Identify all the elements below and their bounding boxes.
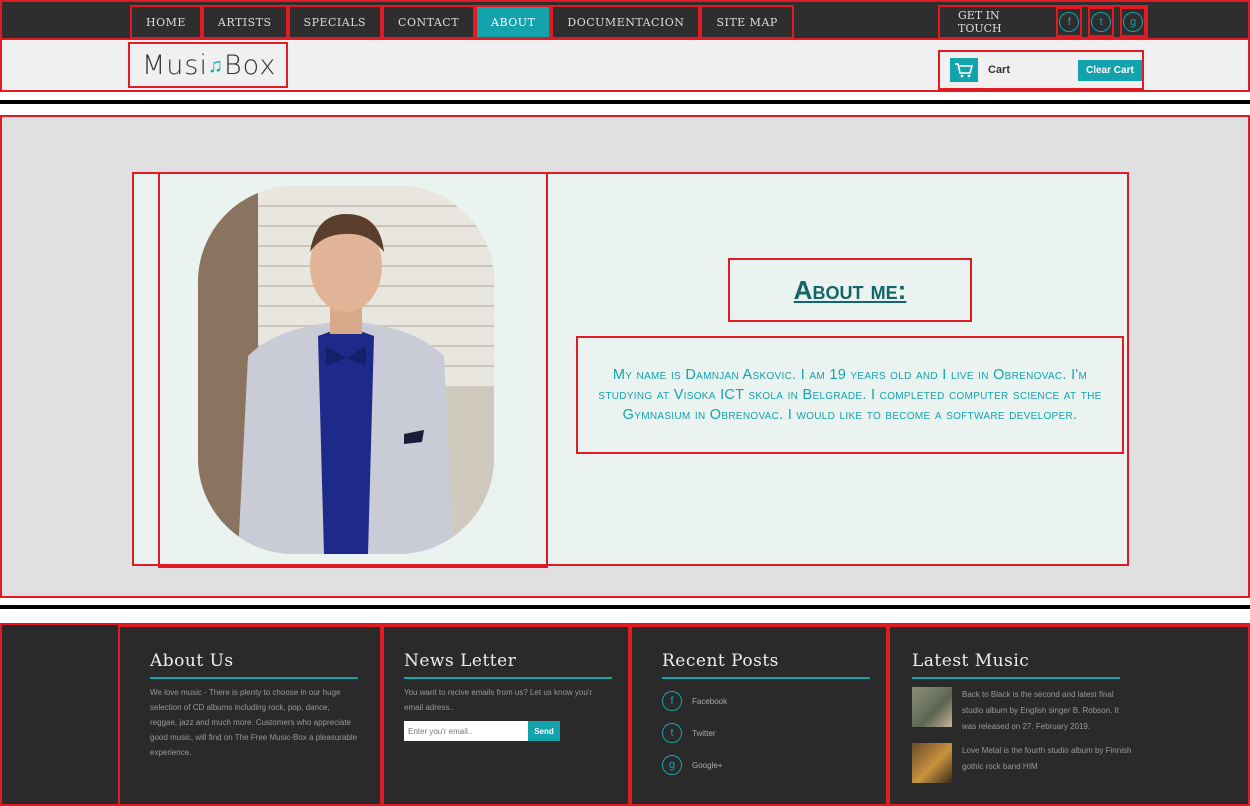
main-nav: Home Artists Specials Contact About Docu… <box>130 5 794 39</box>
get-in-touch: Get in touch f t g <box>938 5 1148 39</box>
about-title-box: About me: <box>728 258 972 322</box>
tumblr-link[interactable]: t <box>1088 7 1115 37</box>
footer-newsletter: News Letter You want to recive emails fr… <box>382 625 630 806</box>
newsletter-title: News Letter <box>404 651 612 679</box>
latest-music-text: Back to Black is the second and latest f… <box>962 690 1119 731</box>
about-card: About me: My name is Damnjan Askovic. I … <box>132 172 1129 568</box>
logo-text-2: Box <box>223 49 277 81</box>
google-plus-icon: g <box>1123 12 1144 32</box>
recent-posts-title: Recent Posts <box>662 651 870 679</box>
footer-about-us: About Us We love music - There is plenty… <box>118 625 382 806</box>
cart-widget: Cart Clear Cart <box>938 50 1144 90</box>
footer-recent-posts: Recent Posts f Facebook t Twitter g Google+ <box>630 625 888 806</box>
bio-text: My name is Damnjan Askovic. I am 19 year… <box>598 367 1102 423</box>
recent-post-facebook[interactable]: f Facebook <box>662 691 860 711</box>
facebook-icon: f <box>1059 12 1080 32</box>
top-navbar: Home Artists Specials Contact About Docu… <box>0 0 1250 40</box>
newsletter-email-input[interactable] <box>404 721 528 741</box>
newsletter-send-button[interactable]: Send <box>528 721 560 741</box>
album-thumbnail <box>912 687 952 727</box>
clear-cart-button[interactable]: Clear Cart <box>1078 59 1142 81</box>
tumblr-icon: t <box>1091 12 1112 32</box>
header: Musi ♫ Box Cart Clear Cart <box>0 40 1250 92</box>
nav-home[interactable]: Home <box>130 5 202 39</box>
footer: About Us We love music - There is plenty… <box>0 623 1250 806</box>
divider <box>0 605 1250 609</box>
recent-post-google-plus[interactable]: g Google+ <box>662 755 860 775</box>
recent-post-twitter[interactable]: t Twitter <box>662 723 860 743</box>
latest-music-text: Love Metal is the fourth studio album by… <box>962 746 1132 771</box>
cart-label: Cart <box>988 64 1011 76</box>
newsletter-form: Send <box>404 721 602 741</box>
about-section: About me: My name is Damnjan Askovic. I … <box>0 115 1250 598</box>
about-us-text: We love music - There is plenty to choos… <box>150 688 358 757</box>
treble-clef-icon: ♫ <box>207 52 224 77</box>
bio-box: My name is Damnjan Askovic. I am 19 year… <box>576 336 1124 454</box>
logo[interactable]: Musi ♫ Box <box>128 42 288 88</box>
facebook-icon: f <box>662 691 682 711</box>
logo-text-1: Musi <box>142 49 208 81</box>
photo-frame <box>158 172 548 568</box>
cart-icon[interactable] <box>950 58 978 82</box>
get-in-touch-label: Get in touch <box>958 9 1002 35</box>
recent-post-label: Google+ <box>692 760 723 770</box>
nav-artists[interactable]: Artists <box>201 5 288 39</box>
google-plus-icon: g <box>662 755 682 775</box>
divider <box>0 100 1250 104</box>
newsletter-text: You want to recive emails from us? Let u… <box>404 688 592 712</box>
facebook-link[interactable]: f <box>1056 7 1083 37</box>
album-thumbnail <box>912 743 952 783</box>
about-us-title: About Us <box>150 651 358 679</box>
nav-documentacion[interactable]: Documentacion <box>551 5 701 39</box>
nav-site-map[interactable]: Site Map <box>700 5 794 39</box>
about-title: About me: <box>793 274 907 305</box>
recent-post-label: Facebook <box>692 696 728 706</box>
tumblr-icon: t <box>662 723 682 743</box>
recent-post-label: Twitter <box>692 728 716 738</box>
footer-latest-music: Latest Music Back to Black is the second… <box>888 625 1250 806</box>
nav-contact[interactable]: Contact <box>382 5 476 39</box>
latest-music-title: Latest Music <box>912 651 1120 679</box>
nav-about[interactable]: About <box>475 5 552 39</box>
latest-music-item[interactable]: Back to Black is the second and latest f… <box>912 687 1222 735</box>
nav-specials[interactable]: Specials <box>287 5 383 39</box>
google-plus-link[interactable]: g <box>1120 7 1146 37</box>
profile-photo <box>198 186 494 554</box>
latest-music-item[interactable]: Love Metal is the fourth studio album by… <box>912 743 1222 783</box>
